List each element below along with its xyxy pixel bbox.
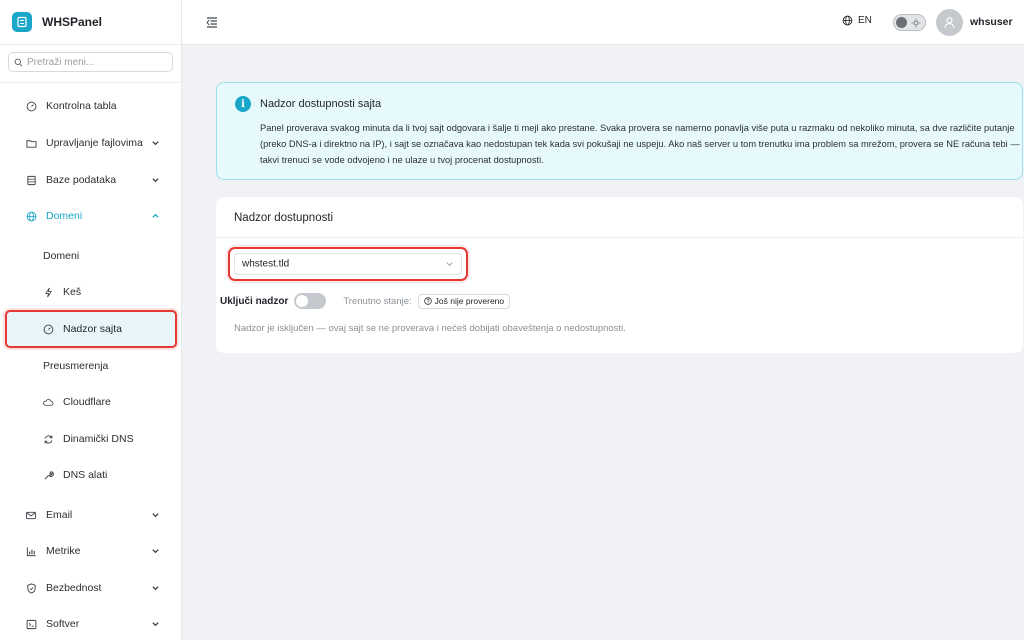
domain-select[interactable]: whstest.tld [228, 247, 468, 281]
topbar: EN whsuser [182, 0, 1024, 45]
language-switcher[interactable]: EN [842, 15, 872, 26]
monitor-toggle-switch[interactable] [294, 293, 327, 309]
language-label: EN [858, 15, 872, 26]
sidebar-subitem-dns-tools[interactable]: DNS alati [0, 457, 182, 493]
gauge-icon [42, 323, 54, 335]
menu-toggle-icon[interactable] [206, 16, 218, 28]
sidebar-subitem-cache[interactable]: Keš [0, 274, 182, 310]
terminal-icon [25, 618, 37, 630]
lightning-icon [42, 286, 54, 298]
refresh-icon [42, 433, 54, 445]
switch-knob [296, 295, 309, 307]
sidebar-subitem-dynamic-dns[interactable]: Dinamički DNS [0, 421, 182, 457]
uptime-monitor-card: Nadzor dostupnosti whstest.tld Uključi n… [216, 197, 1023, 353]
gauge-icon [25, 100, 37, 112]
brand-name: WHSPanel [42, 15, 103, 29]
sun-icon [911, 18, 921, 28]
monitor-toggle-row: Uključi nadzor Trenutno stanje: Još nije… [220, 293, 511, 309]
sidebar-item-domains[interactable]: Domeni [0, 198, 182, 234]
search-icon [14, 58, 23, 66]
info-title: Nadzor dostupnosti sajta [260, 98, 382, 110]
sidebar-subitem-site-monitor[interactable]: Nadzor sajta [5, 310, 177, 348]
chevron-down-icon [446, 262, 453, 267]
sidebar-subitem-cloudflare[interactable]: Cloudflare [0, 384, 182, 420]
mail-icon [25, 509, 37, 521]
info-alert: i Nadzor dostupnosti sajta Panel provera… [216, 82, 1023, 180]
server-logo-icon [12, 12, 32, 32]
brand[interactable]: WHSPanel [0, 0, 181, 45]
menu-search[interactable] [8, 52, 173, 72]
monitor-hint: Nadzor je isključen — ovaj sajt se ne pr… [234, 323, 626, 334]
sidebar-item-files[interactable]: Upravljanje fajlovima [0, 125, 182, 161]
status-badge-text: Još nije provereno [434, 296, 505, 306]
username[interactable]: whsuser [970, 16, 1013, 28]
info-icon: i [235, 96, 251, 112]
sidebar-item-software[interactable]: Softver [0, 606, 182, 640]
chevron-down-icon [152, 622, 159, 627]
menu-search-input[interactable] [27, 56, 167, 68]
sidebar: WHSPanel Kontrolna tabla Upravljanje faj… [0, 0, 182, 640]
status-badge: Još nije provereno [417, 293, 511, 309]
sidebar-item-email[interactable]: Email [0, 497, 182, 533]
sidebar-subitem-domains[interactable]: Domeni [0, 238, 182, 274]
sidebar-item-dashboard[interactable]: Kontrolna tabla [0, 88, 182, 124]
chevron-down-icon [152, 549, 159, 554]
user-icon [944, 17, 955, 29]
chevron-down-icon [152, 141, 159, 146]
chevron-down-icon [152, 513, 159, 518]
bar-chart-icon [25, 545, 37, 557]
question-circle-icon [423, 297, 432, 305]
sidebar-subitem-redirects[interactable]: Preusmerenja [0, 348, 182, 384]
chevron-down-icon [152, 178, 159, 183]
sidebar-divider [0, 82, 181, 83]
info-text: Panel proverava svakog minuta da li tvoj… [260, 123, 1020, 165]
card-divider [216, 237, 1023, 238]
chevron-down-icon [152, 586, 159, 591]
sidebar-item-metrics[interactable]: Metrike [0, 533, 182, 569]
cloud-icon [42, 396, 54, 408]
theme-toggle[interactable] [893, 14, 926, 31]
globe-icon [25, 210, 37, 222]
state-label: Trenutno stanje: [343, 295, 412, 307]
card-title: Nadzor dostupnosti [234, 212, 334, 224]
folder-icon [25, 137, 37, 149]
sidebar-item-security[interactable]: Bezbednost [0, 570, 182, 606]
monitor-toggle-label: Uključi nadzor [220, 295, 289, 307]
wrench-icon [42, 469, 54, 481]
sidebar-item-databases[interactable]: Baze podataka [0, 162, 182, 198]
user-avatar[interactable] [936, 9, 963, 36]
domain-select-value: whstest.tld [242, 258, 290, 270]
globe-icon [842, 15, 853, 26]
database-icon [25, 174, 37, 186]
shield-icon [25, 582, 37, 594]
toggle-knob [896, 17, 907, 28]
chevron-up-icon [152, 213, 159, 218]
